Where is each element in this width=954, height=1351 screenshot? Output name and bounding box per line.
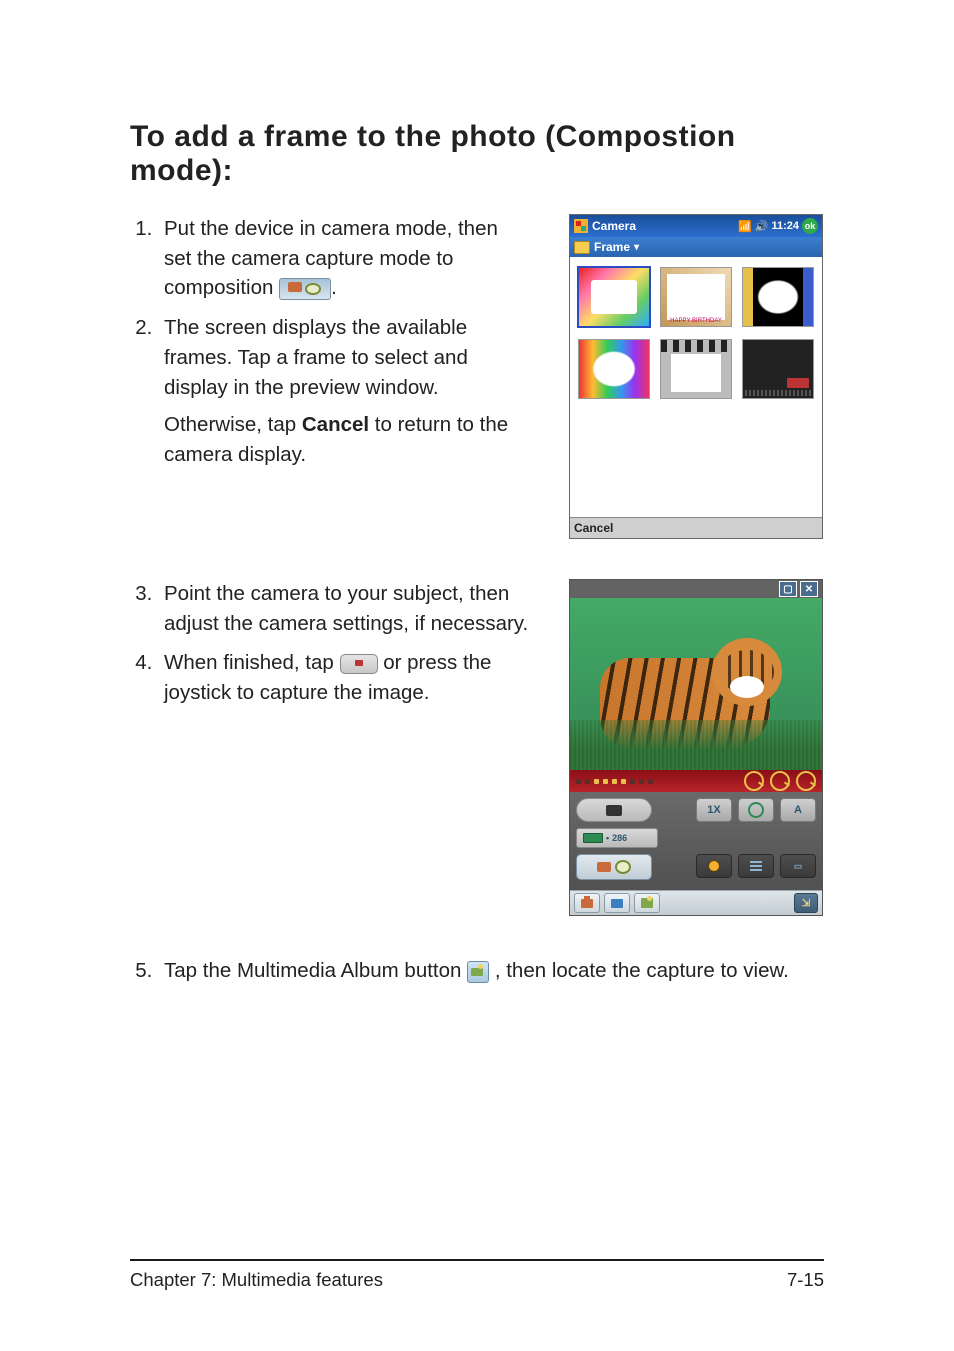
device1-bottombar: Cancel xyxy=(570,517,822,538)
preview-foreground xyxy=(570,720,822,770)
auto-button[interactable]: A xyxy=(780,798,816,822)
frame-thumb-3[interactable] xyxy=(742,267,814,327)
cancel-button[interactable]: Cancel xyxy=(574,521,613,535)
sun-icon xyxy=(709,861,719,871)
composition-mode-icon xyxy=(279,278,331,300)
exposure-bar xyxy=(570,770,822,792)
step-4: When finished, tap or press the joystick… xyxy=(158,648,529,707)
device-screenshot-camera: ▢ ✕ xyxy=(569,579,823,916)
self-timer-icons xyxy=(744,771,816,791)
page-footer: Chapter 7: Multimedia features 7-15 xyxy=(130,1259,824,1291)
video-tab[interactable] xyxy=(604,893,630,913)
frame-thumb-1[interactable] xyxy=(578,267,650,327)
camera-controls: 1X A • 286 xyxy=(570,792,822,890)
toolbar-frame-label: Frame xyxy=(594,240,630,254)
camera-icon xyxy=(581,899,593,908)
start-flag-icon xyxy=(574,219,588,233)
minimize-button[interactable]: ▢ xyxy=(779,581,797,597)
flash-button[interactable] xyxy=(738,798,774,822)
zoom-button[interactable]: 1X xyxy=(696,798,732,822)
album-tab[interactable] xyxy=(634,893,660,913)
step-2: The screen displays the available frames… xyxy=(158,313,529,470)
shutter-button[interactable] xyxy=(576,798,652,822)
whitebalance-button[interactable] xyxy=(696,854,732,878)
remaining-counter: • 286 xyxy=(576,828,658,848)
device2-window-controls: ▢ ✕ xyxy=(570,580,822,598)
footer-chapter: Chapter 7: Multimedia features xyxy=(130,1269,383,1291)
step-5: Tap the Multimedia Album button , then l… xyxy=(158,956,824,986)
device1-toolbar[interactable]: Frame ▾ xyxy=(570,237,822,257)
flash-icon xyxy=(748,802,764,818)
step-5-text-a: Tap the Multimedia Album button xyxy=(164,959,467,982)
cancel-word: Cancel xyxy=(302,413,369,436)
video-icon xyxy=(611,899,623,908)
device1-time: 11:24 xyxy=(771,220,799,232)
footer-page: 7-15 xyxy=(787,1269,824,1291)
frame-thumb-6[interactable] xyxy=(742,339,814,399)
camera-tab[interactable] xyxy=(574,893,600,913)
capture-mode-icon xyxy=(597,862,611,872)
shutter-icon xyxy=(340,654,378,674)
multimedia-album-icon xyxy=(467,961,489,983)
signal-icon: 📶 xyxy=(738,220,752,233)
resolution-button[interactable] xyxy=(738,854,774,878)
camera-preview xyxy=(570,598,822,770)
device1-title: Camera xyxy=(592,219,636,233)
frame2-caption: HAPPY BIRTHDAY xyxy=(661,318,731,324)
folder-icon xyxy=(574,241,590,254)
grid-icon xyxy=(750,861,762,871)
device-screenshot-frames: Camera 📶 🔊 11:24 ok Frame ▾ H xyxy=(569,214,823,539)
capture-mode-button[interactable] xyxy=(576,854,652,880)
exposure-dots xyxy=(576,779,653,784)
step-3: Point the camera to your subject, then a… xyxy=(158,579,529,638)
frame-thumb-5[interactable] xyxy=(660,339,732,399)
capture-mode-icon xyxy=(615,860,631,874)
timer-icon[interactable] xyxy=(796,771,816,791)
step-2-note-a: Otherwise, tap xyxy=(164,413,302,436)
step-1: Put the device in camera mode, then set … xyxy=(158,214,529,303)
fx-icon: ▭ xyxy=(794,861,803,872)
step-4-text-a: When finished, tap xyxy=(164,651,340,674)
exit-button[interactable]: ⇲ xyxy=(794,893,818,913)
effects-button[interactable]: ▭ xyxy=(780,854,816,878)
speaker-icon: 🔊 xyxy=(755,220,769,233)
preview-subject-head xyxy=(712,638,782,706)
frame-grid: HAPPY BIRTHDAY xyxy=(570,257,822,517)
step-1-text-b: . xyxy=(331,276,337,299)
step-3-text: Point the camera to your subject, then a… xyxy=(164,582,528,635)
timer-icon[interactable] xyxy=(770,771,790,791)
ok-button[interactable]: ok xyxy=(802,218,818,234)
step-5-text-b: , then locate the capture to view. xyxy=(495,959,789,982)
album-icon xyxy=(641,898,653,908)
device2-bottombar: ⇲ xyxy=(570,890,822,915)
frame-thumb-2[interactable]: HAPPY BIRTHDAY xyxy=(660,267,732,327)
remaining-value: 286 xyxy=(612,833,627,843)
timer-icon[interactable] xyxy=(744,771,764,791)
step-2-text: The screen displays the available frames… xyxy=(164,316,468,398)
device1-titlebar: Camera 📶 🔊 11:24 ok xyxy=(570,215,822,237)
close-button[interactable]: ✕ xyxy=(800,581,818,597)
dropdown-icon: ▾ xyxy=(634,242,639,253)
section-title: To add a frame to the photo (Compostion … xyxy=(130,120,824,188)
frame-thumb-4[interactable] xyxy=(578,339,650,399)
storage-icon xyxy=(583,833,603,843)
